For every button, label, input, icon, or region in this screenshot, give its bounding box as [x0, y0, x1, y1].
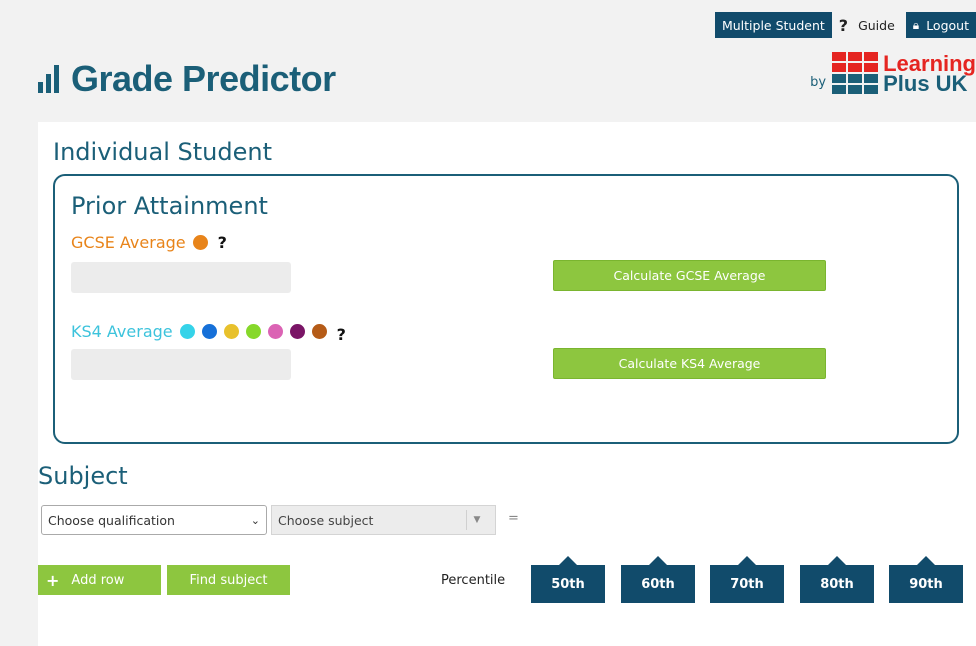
- equals-sign: =: [508, 511, 519, 526]
- partner-logo-mark: [832, 52, 879, 94]
- percentile-50th-button[interactable]: 50th: [531, 556, 605, 603]
- multiple-student-button[interactable]: Multiple Student: [714, 12, 832, 38]
- app-logo: Grade Predictor: [38, 58, 336, 100]
- partner-wordmark: Learning Plus UK: [883, 51, 976, 96]
- partner-logo: by Learning Plus UK: [810, 51, 976, 96]
- ks4-help-icon[interactable]: ?: [337, 325, 346, 344]
- percentile-70th-button[interactable]: 70th: [710, 556, 784, 603]
- gcse-average-label: GCSE Average ?: [71, 233, 227, 252]
- gcse-help-icon[interactable]: ?: [218, 233, 227, 252]
- gcse-color-dot: [192, 235, 208, 250]
- find-subject-button[interactable]: Find subject: [167, 565, 290, 595]
- gcse-average-field[interactable]: [71, 262, 291, 293]
- qualification-select[interactable]: Choose qualification ⌄: [41, 505, 267, 535]
- section-title-individual: Individual Student: [53, 138, 272, 166]
- ks4-dot-brown: [311, 324, 327, 339]
- question-icon: ?: [838, 15, 849, 35]
- lock-icon: 🔒︎: [912, 17, 920, 32]
- percentile-80th-button[interactable]: 80th: [800, 556, 874, 603]
- prior-attainment-box: Prior Attainment GCSE Average ? Calculat…: [53, 174, 959, 444]
- plus-icon: +: [46, 570, 60, 590]
- ks4-dot-cyan: [179, 324, 195, 339]
- partner-by: by: [810, 75, 827, 90]
- section-title-subject: Subject: [38, 462, 128, 490]
- calculate-gcse-button[interactable]: Calculate GCSE Average: [553, 260, 826, 291]
- ks4-dot-yellow: [223, 324, 239, 339]
- app-title: Grade Predictor: [71, 58, 336, 99]
- prior-attainment-title: Prior Attainment: [71, 192, 268, 220]
- ks4-dot-blue: [201, 324, 217, 339]
- bar-chart-icon: [38, 65, 59, 93]
- percentile-90th-button[interactable]: 90th: [889, 556, 963, 603]
- percentile-60th-button[interactable]: 60th: [621, 556, 695, 603]
- top-nav: Multiple Student ? Guide 🔒︎ Logout: [714, 12, 976, 38]
- ks4-dot-green: [245, 324, 261, 339]
- ks4-average-field[interactable]: [71, 349, 291, 380]
- calculate-ks4-button[interactable]: Calculate KS4 Average: [553, 348, 826, 379]
- subject-select[interactable]: Choose subject ▼: [271, 505, 496, 535]
- ks4-average-label: KS4 Average ?: [71, 322, 346, 344]
- dropdown-caret-icon: ▼: [466, 510, 487, 530]
- ks4-dot-pink: [267, 324, 283, 339]
- chevron-down-icon: ⌄: [250, 513, 260, 527]
- logout-button[interactable]: 🔒︎ Logout: [905, 12, 976, 38]
- guide-button[interactable]: ? Guide: [831, 12, 902, 38]
- percentile-label: Percentile: [441, 573, 506, 588]
- add-row-button[interactable]: + Add row: [38, 565, 161, 595]
- main-panel: Individual Student Prior Attainment GCSE…: [38, 122, 976, 646]
- ks4-dot-purple: [289, 324, 305, 339]
